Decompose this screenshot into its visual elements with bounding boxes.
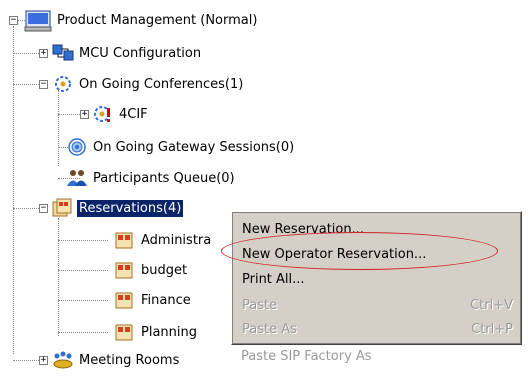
- menu-item-label: Paste SIP Factory As: [241, 348, 372, 364]
- tree-node-label: Reservations(4): [75, 198, 185, 218]
- tree-node-mcu-configuration[interactable]: MCU Configuration: [52, 43, 203, 63]
- tree-node-reservation-budget[interactable]: budget: [114, 260, 189, 280]
- tree-node-label: budget: [141, 262, 188, 278]
- menu-item-paste[interactable]: Paste Ctrl+V: [242, 295, 513, 315]
- reservation-doc-icon: [114, 290, 136, 310]
- menu-item-label: Paste As: [242, 321, 297, 337]
- reservations-icon: [52, 198, 74, 218]
- tree-connector: [13, 26, 14, 354]
- menu-item-paste-sip-factory-as[interactable]: Paste SIP Factory As: [241, 346, 511, 366]
- menu-item-shortcut: Ctrl+V: [470, 297, 513, 313]
- tree-node-on-going-conferences[interactable]: On Going Conferences(1): [52, 74, 245, 94]
- menu-item-paste-as[interactable]: Paste As Ctrl+P: [242, 319, 513, 339]
- tree-node-reservation-finance[interactable]: Finance: [114, 290, 193, 310]
- tree-connector: [58, 114, 80, 115]
- computer-icon: [24, 10, 52, 32]
- expander-meeting-rooms[interactable]: +: [39, 356, 48, 365]
- expander-mcu-configuration[interactable]: +: [39, 49, 48, 58]
- reservation-doc-icon: [114, 230, 136, 250]
- expander-4cif[interactable]: +: [80, 110, 89, 119]
- tree-node-reservations[interactable]: Reservations(4): [52, 198, 185, 218]
- conference-alert-icon: [92, 104, 114, 124]
- tree-node-label: Product Management (Normal): [57, 12, 258, 28]
- tree-node-label: Administra: [141, 232, 212, 248]
- tree-connector: [58, 90, 59, 166]
- context-menu: New Reservation... New Operator Reservat…: [231, 211, 522, 345]
- expander-reservations[interactable]: −: [39, 204, 48, 213]
- tree-node-reservation-planning[interactable]: Planning: [114, 322, 199, 342]
- tree-connector: [58, 270, 108, 271]
- tree-node-label: Participants Queue(0): [93, 170, 235, 186]
- tree-node-participants-queue[interactable]: Participants Queue(0): [66, 168, 237, 188]
- tree-connector: [58, 218, 59, 336]
- tree-node-label: Finance: [141, 292, 191, 308]
- tree-connector: [58, 240, 108, 241]
- gateway-icon: [66, 137, 88, 157]
- tree-node-label: Meeting Rooms: [79, 352, 180, 368]
- tree-node-4cif[interactable]: 4CIF: [92, 104, 150, 124]
- tree-node-meeting-rooms[interactable]: Meeting Rooms: [52, 350, 181, 370]
- tree-node-label: Planning: [141, 324, 197, 340]
- reservation-doc-icon: [114, 260, 136, 280]
- tree-node-reservation-administra[interactable]: Administra: [114, 230, 213, 250]
- annotation-ellipse: [221, 232, 498, 270]
- tree-node-label: On Going Conferences(1): [79, 76, 244, 92]
- tree-connector: [58, 300, 108, 301]
- menu-item-label: Print All...: [242, 271, 305, 287]
- tree-node-gateway-sessions[interactable]: On Going Gateway Sessions(0): [66, 137, 296, 157]
- participants-icon: [66, 168, 88, 188]
- tree-node-label: On Going Gateway Sessions(0): [93, 139, 295, 155]
- menu-item-shortcut: Ctrl+P: [471, 321, 513, 337]
- expander-on-going-conferences[interactable]: −: [39, 80, 48, 89]
- tree-node-label: 4CIF: [119, 106, 148, 122]
- meeting-rooms-icon: [52, 350, 74, 370]
- tree-connector: [58, 332, 108, 333]
- mcu-config-icon: [52, 43, 74, 63]
- menu-item-print-all[interactable]: Print All...: [242, 269, 513, 289]
- expander-root[interactable]: −: [9, 16, 18, 25]
- reservation-doc-icon: [114, 322, 136, 342]
- conferences-icon: [52, 74, 74, 94]
- tree-node-label: MCU Configuration: [79, 45, 202, 61]
- tree-node-product-management[interactable]: Product Management (Normal): [24, 10, 259, 32]
- menu-item-label: Paste: [242, 297, 278, 313]
